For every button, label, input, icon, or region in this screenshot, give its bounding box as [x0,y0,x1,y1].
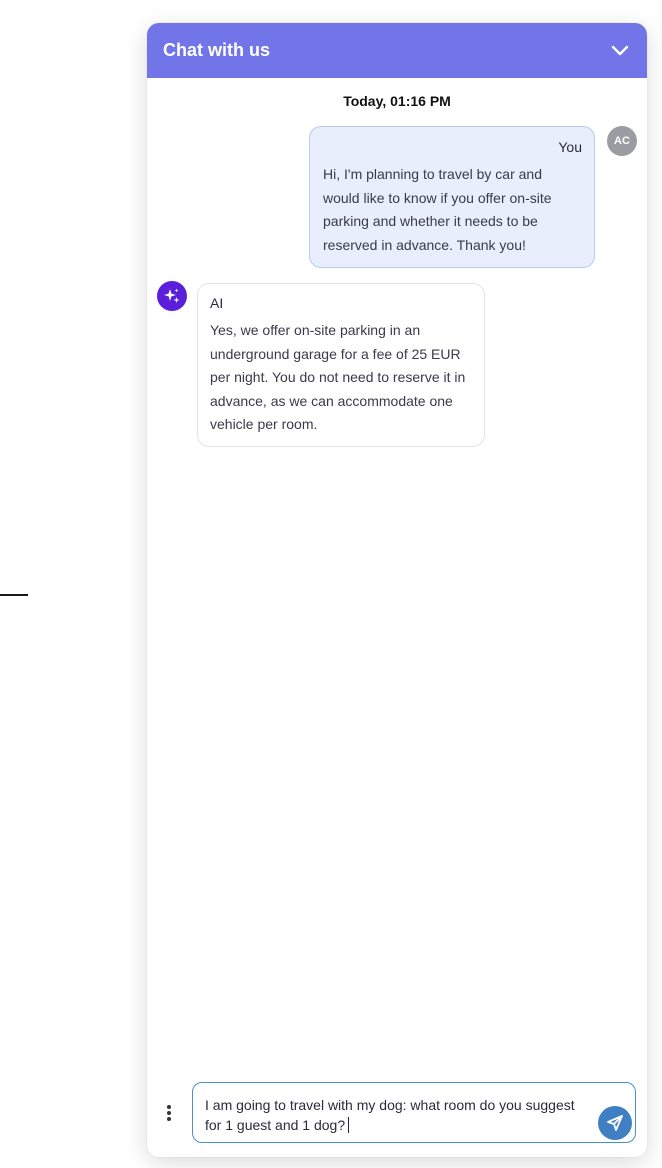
conversation-date: Today, 01:16 PM [343,93,451,109]
send-button[interactable] [598,1106,632,1140]
message-input-value: I am going to travel with my dog: what r… [205,1097,575,1133]
vertical-dots-icon[interactable] [161,1102,177,1124]
text-caret [348,1117,350,1133]
message-sender-name: AI [210,295,224,311]
chevron-down-icon[interactable] [609,40,631,62]
chat-title: Chat with us [163,40,270,60]
chat-header: Chat with us [147,23,647,78]
message-text: Hi, I'm planning to travel by car and wo… [323,166,552,253]
user-message-bubble: You Hi, I'm planning to travel by car an… [309,126,595,268]
message-composer: I am going to travel with my dog: what r… [147,1082,647,1144]
ai-message-bubble: AI Yes, we offer on-site parking in an u… [197,283,485,447]
message-input[interactable]: I am going to travel with my dog: what r… [192,1082,636,1143]
send-icon [607,1115,623,1131]
chat-widget: Chat with us Today, 01:16 PM You Hi, I'm… [147,23,647,1157]
user-avatar: AC [607,126,637,156]
message-sender-name: You [558,139,582,155]
sparkle-icon [157,281,187,311]
message-text: Yes, we offer on-site parking in an unde… [210,322,466,432]
page-divider-line [0,594,28,596]
